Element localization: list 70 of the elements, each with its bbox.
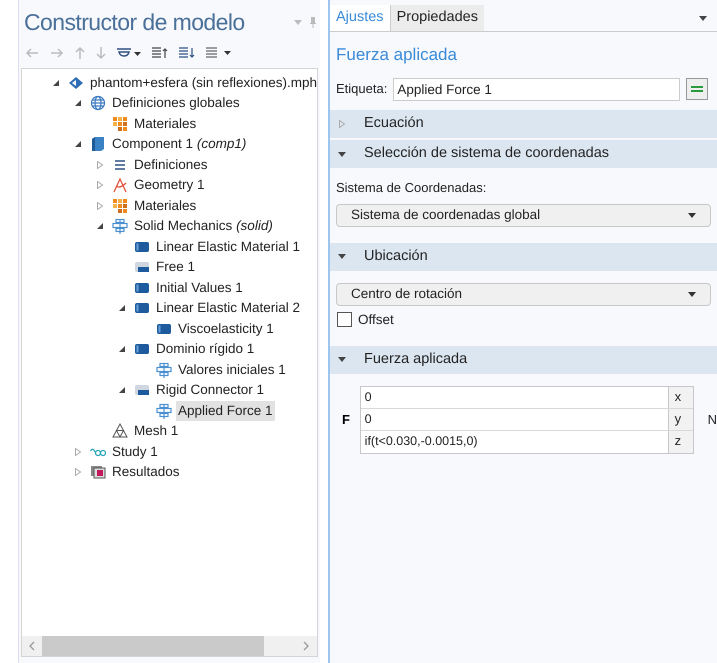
tree-item[interactable]: Mesh 1 bbox=[132, 421, 180, 442]
dropdown[interactable]: Centro de rotación bbox=[336, 282, 711, 306]
unit-label: N bbox=[708, 411, 717, 429]
tree-item[interactable]: Free 1 bbox=[154, 257, 198, 278]
grid-icon bbox=[112, 116, 128, 132]
tree-item[interactable]: Valores iniciales 1 bbox=[176, 360, 288, 380]
checkbox-label: Offset bbox=[358, 310, 394, 328]
tree-item[interactable]: Dominio rígido 1 bbox=[154, 339, 256, 360]
vector-symbol: F bbox=[341, 411, 351, 429]
checkbox[interactable] bbox=[337, 312, 352, 328]
tree-item[interactable]: Solid Mechanics (solid) bbox=[132, 216, 275, 236]
tree-item[interactable]: phantom+esfera (sin reflexiones).mph bbox=[88, 72, 319, 93]
diamond-icon bbox=[68, 74, 84, 91]
input-field[interactable]: 0 bbox=[360, 386, 669, 408]
dropdown-arrow-icon[interactable] bbox=[699, 16, 707, 21]
tree-item[interactable]: Definiciones bbox=[132, 154, 210, 175]
tree-item[interactable]: Applied Force 1 bbox=[176, 400, 275, 421]
expanded-arrow-icon[interactable] bbox=[118, 304, 126, 312]
move-up-list-icon[interactable] bbox=[152, 46, 168, 58]
plate-icon bbox=[112, 218, 128, 234]
expanded-arrow-icon[interactable] bbox=[96, 222, 104, 230]
dropdown-arrow-icon[interactable] bbox=[688, 212, 696, 218]
plate-icon bbox=[156, 362, 172, 378]
tree-item[interactable]: Materiales bbox=[132, 196, 198, 216]
compass-icon bbox=[112, 177, 128, 194]
expanded-arrow-icon[interactable] bbox=[118, 345, 126, 354]
field-label: Sistema de Coordenadas: bbox=[335, 179, 488, 197]
field-label: Etiqueta: bbox=[336, 80, 388, 98]
collapse-arrow-icon[interactable] bbox=[338, 254, 346, 259]
component-label: y bbox=[674, 410, 682, 428]
tree-item[interactable]: Component 1 (comp1) bbox=[110, 134, 248, 154]
plate-icon bbox=[156, 402, 172, 419]
expanded-arrow-icon[interactable] bbox=[74, 99, 82, 108]
move-down-list-icon[interactable] bbox=[179, 46, 195, 58]
component-label: z bbox=[674, 432, 682, 450]
input-field[interactable]: if(t<0.030,-0.0015,0) bbox=[360, 430, 669, 453]
section-header[interactable]: Ubicación bbox=[364, 246, 428, 268]
tree-item[interactable]: Rigid Connector 1 bbox=[154, 380, 266, 400]
expanded-arrow-icon[interactable] bbox=[52, 78, 60, 87]
tab[interactable]: Ajustes bbox=[330, 5, 391, 31]
tree-item[interactable]: Initial Values 1 bbox=[154, 278, 245, 298]
tree-item[interactable]: Study 1 bbox=[110, 442, 160, 462]
panel-title: Constructor de modelo bbox=[24, 8, 245, 37]
dropdown-arrow-icon[interactable] bbox=[688, 292, 696, 296]
collapse-arrow-icon[interactable] bbox=[338, 152, 346, 156]
tree-item[interactable]: Viscoelasticity 1 bbox=[176, 318, 276, 339]
cube-icon bbox=[90, 136, 106, 152]
grid-icon bbox=[112, 198, 128, 214]
tree-item[interactable]: Materiales bbox=[132, 114, 198, 134]
list-view-icon[interactable] bbox=[206, 46, 232, 58]
tree-item[interactable]: Linear Elastic Material 2 bbox=[154, 298, 302, 318]
dropdown[interactable]: Sistema de coordenadas global bbox=[336, 204, 711, 226]
page-title: Fuerza aplicada bbox=[335, 44, 458, 66]
collapse-arrow-icon[interactable] bbox=[338, 357, 346, 362]
section-header[interactable]: Ecuación bbox=[364, 113, 424, 135]
component-label: x bbox=[674, 388, 682, 406]
monitor-stack-icon bbox=[90, 464, 106, 480]
input-field[interactable]: Applied Force 1 bbox=[393, 78, 680, 100]
tree-item[interactable]: Resultados bbox=[110, 462, 182, 482]
tree-item[interactable]: Linear Elastic Material 1 bbox=[154, 236, 302, 257]
globe-icon bbox=[90, 95, 106, 112]
tab[interactable]: Propiedades bbox=[390, 5, 484, 31]
triangle-mesh-icon bbox=[112, 423, 128, 440]
input-field[interactable]: 0 bbox=[360, 408, 669, 430]
expanded-arrow-icon[interactable] bbox=[74, 140, 82, 148]
tree-item[interactable]: Geometry 1 bbox=[132, 175, 207, 196]
tree-item[interactable]: Definiciones globales bbox=[110, 93, 242, 114]
expanded-arrow-icon[interactable] bbox=[118, 386, 126, 394]
label-node-icon[interactable] bbox=[686, 78, 708, 100]
eye-icon[interactable] bbox=[117, 48, 141, 58]
